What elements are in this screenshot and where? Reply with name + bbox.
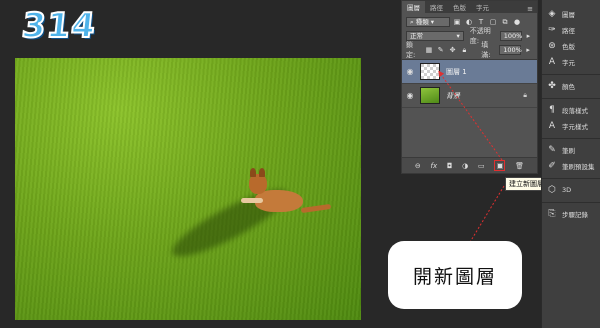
fill-input[interactable]: 100% (499, 45, 522, 55)
layer-thumbnail (420, 63, 440, 80)
layer-thumbnail (420, 87, 440, 104)
character-styles-icon: A (548, 121, 556, 131)
filter-toggle-icon[interactable]: ● (512, 17, 522, 27)
dock-separator (542, 174, 600, 179)
cube-icon: ⬡ (548, 185, 556, 195)
tab-layers[interactable]: 圖層 (402, 1, 425, 13)
color-icon: ✤ (548, 81, 556, 91)
dock-item-brush-presets[interactable]: ✐ 筆刷預設集 (542, 158, 600, 174)
blend-mode-value: 正常 (410, 32, 423, 40)
dock-item-label: 筆刷預設集 (562, 163, 595, 171)
dock-item-label: 顏色 (562, 83, 575, 91)
channels-icon: ⊛ (548, 41, 556, 51)
right-dock: ◈ 圖層 ✑ 路徑 ⊛ 色版 A 字元 ✤ 顏色 ¶ 段落樣式 A 字元樣式 ✎ 筆刷 ✐ 筆刷預… (541, 0, 600, 328)
dock-item-label: 筆刷 (562, 147, 575, 155)
link-layers-icon[interactable]: ⊖ (415, 162, 421, 170)
panel-footer: ⊖ fx ◘ ◑ ▭ 🗑︎ (402, 157, 537, 173)
dock-item-label: 圖層 (562, 11, 575, 19)
add-mask-icon[interactable]: ◘ (447, 162, 453, 170)
dock-item-brushes[interactable]: ✎ 筆刷 (542, 142, 600, 158)
filter-pixel-icon[interactable]: ▣ (452, 17, 462, 27)
dock-separator (542, 198, 600, 203)
dock-item-label: 色版 (562, 43, 575, 51)
panel-menu-icon[interactable]: ≡ (523, 5, 537, 13)
dock-item-layers[interactable]: ◈ 圖層 (542, 6, 600, 22)
dock-item-label: 步驟記錄 (562, 211, 588, 219)
paragraph-styles-icon: ¶ (549, 105, 555, 115)
paths-icon: ✑ (548, 25, 556, 35)
tab-channels[interactable]: 色版 (448, 1, 471, 13)
dock-item-label: 段落樣式 (562, 107, 588, 115)
filter-kind-select[interactable]: ⌕ 種類 ▾ (406, 17, 450, 27)
lock-position-icon[interactable]: ✥ (448, 45, 458, 55)
dock-item-character-styles[interactable]: A 字元樣式 (542, 118, 600, 134)
dock-item-paths[interactable]: ✑ 路徑 (542, 22, 600, 38)
lock-all-icon[interactable]: 🔒︎ (459, 45, 469, 55)
layer-style-icon[interactable]: fx (431, 162, 438, 170)
dock-item-channels[interactable]: ⊛ 色版 (542, 38, 600, 54)
dock-item-label: 路徑 (562, 27, 575, 35)
filter-kind-label: 種類 (415, 18, 429, 26)
dock-item-label: 字元樣式 (562, 123, 588, 131)
dock-item-3d[interactable]: ⬡ 3D (542, 182, 600, 198)
opacity-dropdown-icon[interactable]: ▸ (524, 31, 533, 41)
dock-item-history[interactable]: ⎘ 步驟記錄 (542, 206, 600, 222)
history-icon: ⎘ (548, 209, 556, 219)
layers-icon: ◈ (548, 9, 556, 19)
layers-panel: 圖層 路徑 色版 字元 ≡ ⌕ 種類 ▾ ▣ ◐ T ▢ ⧉ ● 正常 ▾ 不透… (401, 0, 538, 174)
layer-lock-icon: 🔒︎ (523, 91, 527, 99)
callout-label: 開新圖層 (388, 241, 522, 309)
lock-transparent-icon[interactable]: ▦ (424, 45, 434, 55)
workspace: 314 圖層 路徑 色版 字元 ≡ ⌕ 種類 ▾ ▣ ◐ T ▢ ⧉ ● 正常 … (0, 0, 600, 328)
adjustment-layer-icon[interactable]: ◑ (462, 162, 468, 170)
visibility-eye-icon[interactable]: ◉ (402, 91, 418, 100)
dock-item-color[interactable]: ✤ 顏色 (542, 78, 600, 94)
new-group-icon[interactable]: ▭ (478, 162, 485, 170)
new-layer-icon (496, 162, 503, 169)
dog-ear (259, 168, 265, 177)
layer-row[interactable]: ◉ 背景 🔒︎ (402, 84, 537, 108)
dog-ear (250, 168, 256, 177)
fill-label: 填滿: (481, 41, 491, 59)
dock-item-label: 字元 (562, 59, 575, 67)
photo-canvas[interactable] (15, 58, 361, 320)
step-number-badge: 314 (19, 5, 99, 47)
layer-name: 背景 (446, 91, 460, 100)
tab-characters[interactable]: 字元 (471, 1, 494, 13)
dock-item-characters[interactable]: A 字元 (542, 54, 600, 70)
lock-image-icon[interactable]: ✎ (436, 45, 446, 55)
layer-row[interactable]: ◉ 圖層 1 (402, 60, 537, 84)
dog-tail (300, 203, 332, 214)
filter-smart-icon[interactable]: ⧉ (500, 17, 510, 27)
new-layer-button[interactable] (494, 160, 506, 171)
dock-separator (542, 94, 600, 99)
dog-leg (241, 198, 263, 203)
dock-separator (542, 134, 600, 139)
delete-layer-icon[interactable]: 🗑︎ (515, 162, 524, 170)
brush-icon: ✎ (548, 145, 556, 155)
visibility-eye-icon[interactable]: ◉ (402, 67, 418, 76)
layer-name: 圖層 1 (446, 67, 467, 76)
dock-item-paragraph-styles[interactable]: ¶ 段落樣式 (542, 102, 600, 118)
lock-label: 鎖定: (406, 41, 416, 59)
tab-paths[interactable]: 路徑 (425, 1, 448, 13)
fill-dropdown-icon[interactable]: ▸ (523, 45, 533, 55)
layer-list: ◉ 圖層 1 ◉ 背景 🔒︎ (402, 59, 537, 157)
panel-tabs: 圖層 路徑 色版 字元 ≡ (402, 1, 537, 13)
opacity-input[interactable]: 100% (499, 31, 522, 41)
type-icon: A (548, 57, 556, 67)
dog-head (249, 174, 267, 194)
brush-presets-icon: ✐ (548, 161, 556, 171)
dock-item-label: 3D (562, 186, 572, 194)
dock-separator (542, 70, 600, 75)
